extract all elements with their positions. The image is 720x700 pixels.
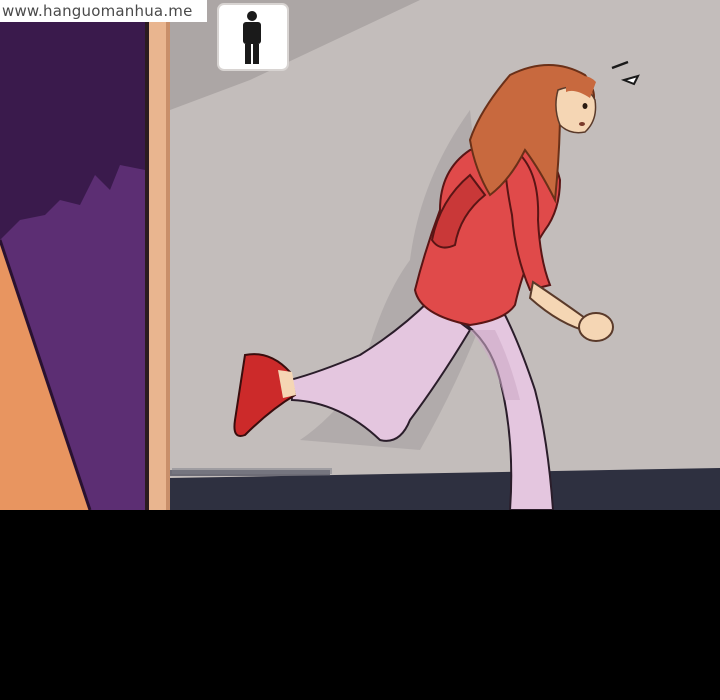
- door-frame-shade: [166, 20, 170, 510]
- floor-scribble: [172, 468, 332, 474]
- mouth: [579, 122, 585, 126]
- fist: [578, 312, 614, 342]
- watermark-text: www.hanguomanhua.me: [0, 0, 207, 22]
- comic-panel: [0, 0, 720, 510]
- comic-page: www.hanguomanhua.me: [0, 0, 720, 700]
- panel-illustration: [0, 0, 720, 510]
- eye: [582, 103, 588, 109]
- door-frame-edge: [145, 20, 149, 510]
- black-gutter: [0, 510, 720, 700]
